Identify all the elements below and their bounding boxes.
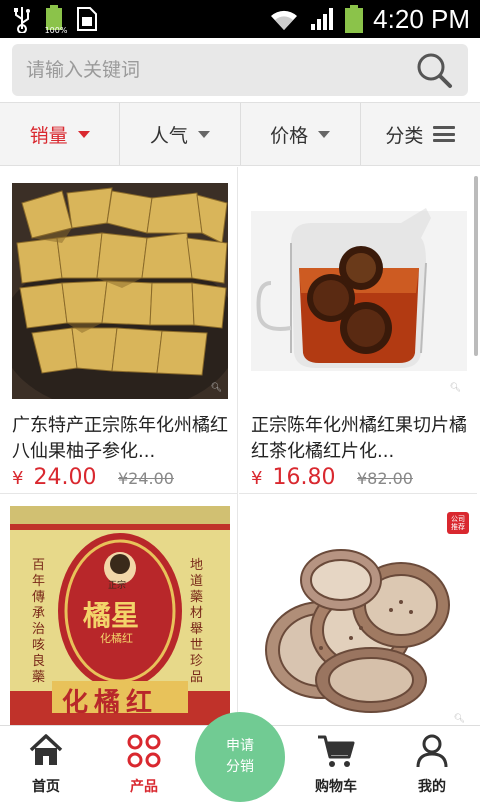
tin-right: 地道藥材舉世珍品 [190, 558, 204, 685]
product-card[interactable]: 🔍︎ 广东特产正宗陈年化州橘红八仙果柚子参化... ¥24.00 ¥24.00 [0, 167, 238, 494]
search-input[interactable] [12, 59, 414, 81]
scrollbar[interactable] [474, 176, 478, 356]
nav-products[interactable]: 产品 [104, 732, 184, 796]
search-bar [0, 38, 480, 102]
product-old-price: ¥24.00 [118, 469, 174, 488]
currency-symbol: ¥ [12, 468, 24, 489]
product-image[interactable]: 🔍︎ [12, 183, 228, 399]
caret-down-icon [197, 130, 210, 138]
nav-me[interactable]: 我的 [392, 732, 472, 796]
zoom-icon: 🔍︎ [449, 383, 461, 393]
product-image[interactable]: 橘星 化橘红 正宗 化橘红 百年傳承治咳良藥 地道藥材舉世珍品 [10, 506, 230, 725]
tin-sub: 化橘红 [100, 632, 133, 645]
currency-symbol: ¥ [251, 468, 263, 489]
zoom-icon: 🔍︎ [453, 714, 465, 724]
nav-products-label: 产品 [130, 779, 158, 795]
search-box[interactable] [12, 44, 468, 96]
tin-top: 正宗 [108, 581, 127, 591]
filter-category[interactable]: 分类 [361, 103, 480, 165]
zoom-icon: 🔍︎ [210, 383, 222, 393]
filter-sales-label: 销量 [29, 124, 68, 147]
nav-me-label: 我的 [418, 779, 446, 795]
nav-home[interactable]: 首页 [6, 732, 86, 796]
status-bar: 100% 4:20 PM [0, 0, 480, 38]
tin-product: 化橘红 [62, 688, 159, 718]
filter-price-label: 价格 [270, 124, 309, 147]
wifi-icon [271, 10, 298, 30]
fab-line2: 分销 [226, 759, 254, 775]
product-old-price: ¥82.00 [357, 469, 413, 488]
product-card[interactable]: 公司推荐 🔍︎ [239, 494, 477, 725]
product-grid: 🔍︎ 广东特产正宗陈年化州橘红八仙果柚子参化... ¥24.00 ¥24.00 … [0, 167, 480, 725]
cart-icon [318, 735, 355, 767]
filter-popularity[interactable]: 人气 [120, 103, 241, 165]
caret-down-icon [77, 130, 90, 138]
product-title[interactable]: 正宗陈年化州橘红果切片橘红茶化橘红片化... [251, 413, 467, 465]
search-icon[interactable] [414, 50, 454, 90]
user-icon [416, 734, 448, 768]
price-value: 16.80 [272, 465, 336, 490]
fab-line1: 申请 [226, 738, 254, 754]
recommend-badge: 公司推荐 [451, 515, 465, 531]
sim-card-icon [77, 7, 97, 31]
price-value: 24.00 [33, 465, 97, 490]
product-title[interactable]: 广东特产正宗陈年化州橘红八仙果柚子参化... [12, 413, 228, 465]
product-image[interactable]: 公司推荐 🔍︎ [251, 510, 471, 725]
grid-icon [127, 734, 161, 768]
filter-sales[interactable]: 销量 [0, 103, 121, 165]
battery-icon [345, 5, 364, 33]
battery-icon: 100% [44, 5, 67, 35]
filter-category-label: 分类 [385, 124, 424, 147]
filter-bar: 销量 人气 价格 分类 [0, 102, 480, 166]
nav-home-label: 首页 [32, 779, 60, 795]
product-card[interactable]: 🔍︎ 正宗陈年化州橘红果切片橘红茶化橘红片化... ¥16.80 ¥82.00 [239, 167, 477, 494]
filter-popularity-label: 人气 [149, 124, 188, 147]
product-image[interactable]: 🔍︎ [251, 183, 467, 399]
tin-brand: 橘星 [83, 599, 140, 632]
usb-icon [14, 7, 30, 33]
product-price: ¥16.80 [251, 465, 335, 490]
nav-cart-label: 购物车 [315, 779, 357, 795]
menu-icon [433, 126, 456, 142]
apply-distribution-button[interactable]: 申请 分销 [195, 712, 285, 802]
product-card[interactable]: 橘星 化橘红 正宗 化橘红 百年傳承治咳良藥 地道藥材舉世珍品 [0, 494, 238, 725]
tin-left: 百年傳承治咳良藥 [32, 558, 46, 685]
filter-price[interactable]: 价格 [241, 103, 361, 165]
clock: 4:20 PM [373, 3, 470, 34]
caret-down-icon [318, 130, 331, 138]
home-icon [29, 734, 63, 765]
product-price: ¥24.00 [12, 465, 96, 490]
signal-icon [311, 8, 334, 30]
nav-cart[interactable]: 购物车 [296, 732, 376, 796]
